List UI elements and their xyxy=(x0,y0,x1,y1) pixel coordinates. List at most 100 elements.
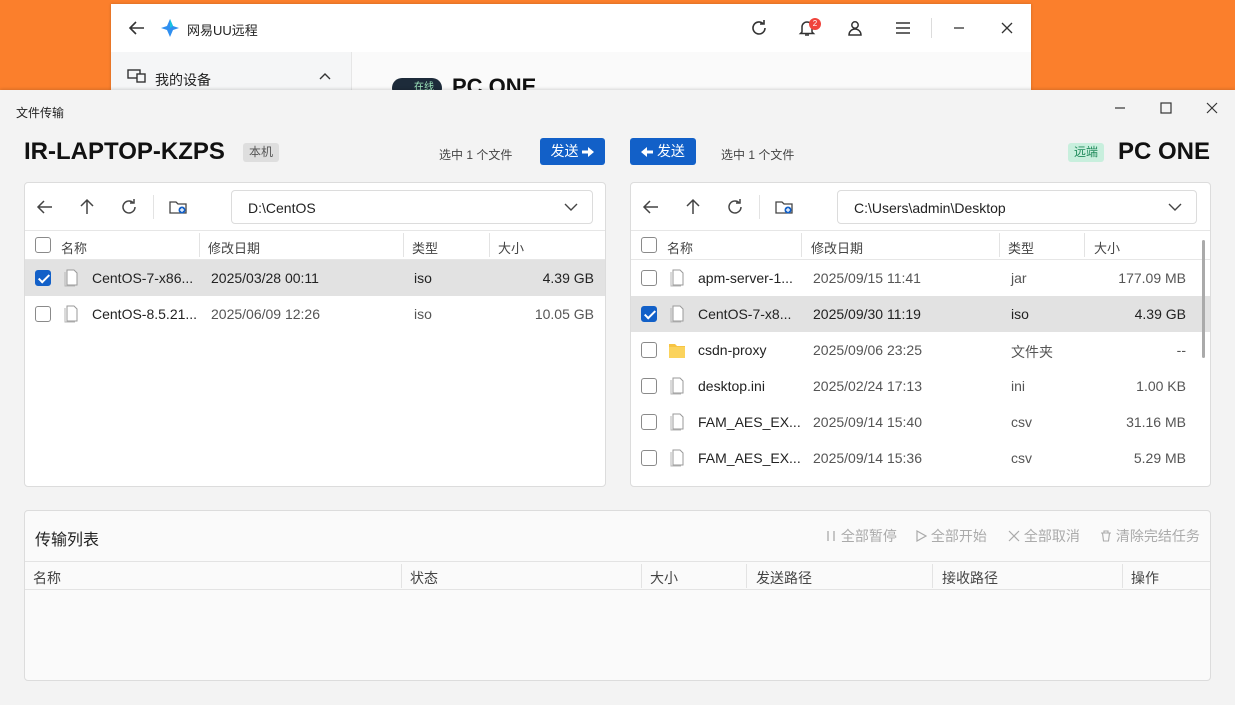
sidebar: 我的设备 xyxy=(111,52,351,90)
send-label: 发送 xyxy=(550,143,579,159)
col-receive-path: 接收路径 xyxy=(942,570,998,586)
send-to-remote-button[interactable]: 发送 xyxy=(540,138,605,165)
row-checkbox[interactable] xyxy=(641,270,657,286)
minimize-icon[interactable] xyxy=(949,18,969,38)
new-folder-icon[interactable] xyxy=(168,197,188,217)
close-icon[interactable] xyxy=(997,18,1017,38)
up-icon[interactable] xyxy=(77,197,97,217)
refresh-icon[interactable] xyxy=(749,18,769,38)
up-icon[interactable] xyxy=(683,197,703,217)
file-size: 4.39 GB xyxy=(542,270,594,286)
send-to-local-button[interactable]: 发送 xyxy=(630,138,696,165)
file-icon xyxy=(670,269,684,287)
col-actions: 操作 xyxy=(1131,570,1159,586)
file-row[interactable]: CentOS-7-x86... 2025/03/28 00:11 iso 4.39 G… xyxy=(25,260,605,296)
col-type[interactable]: 类型 xyxy=(1008,238,1034,257)
menu-icon[interactable] xyxy=(893,18,913,38)
cancel-all-button[interactable]: 全部取消 xyxy=(1008,526,1080,546)
maximize-icon[interactable] xyxy=(1156,98,1176,118)
refresh-icon[interactable] xyxy=(725,197,745,217)
file-row[interactable]: FAM_AES_EX... 2025/09/14 15:36 csv 5.29 MB xyxy=(631,440,1210,476)
back-icon[interactable] xyxy=(35,197,55,217)
file-row[interactable]: csdn-proxy 2025/09/06 23:25 文件夹 -- xyxy=(631,332,1210,368)
col-name[interactable]: 名称 xyxy=(667,238,693,257)
row-checkbox[interactable] xyxy=(35,270,51,286)
column-divider xyxy=(999,233,1000,257)
col-size[interactable]: 大小 xyxy=(498,238,524,257)
devices-icon xyxy=(127,69,146,83)
transfer-list-panel: 传输列表 全部暂停 全部开始 全部取消 清除完结任务 名称 状态 大小 发送路径… xyxy=(24,510,1211,681)
transfer-table-header: 名称 状态 大小 发送路径 接收路径 操作 xyxy=(25,561,1210,590)
row-checkbox[interactable] xyxy=(641,378,657,394)
file-name: CentOS-7-x86... xyxy=(92,270,194,286)
sidebar-item-my-devices[interactable]: 我的设备 xyxy=(155,70,211,90)
status-pill: 在线 xyxy=(392,78,442,90)
local-selection-count: 选中 1 个文件 xyxy=(439,148,513,162)
file-name: CentOS-7-x8... xyxy=(698,306,792,322)
file-modified: 2025/09/06 23:25 xyxy=(813,342,922,358)
toolbar-divider xyxy=(759,195,760,219)
col-modified[interactable]: 修改日期 xyxy=(811,238,863,257)
trash-icon xyxy=(1101,530,1111,542)
remote-selection-count: 选中 1 个文件 xyxy=(721,148,795,162)
local-path-text: D:\CentOS xyxy=(248,200,316,216)
column-divider xyxy=(489,233,490,257)
row-checkbox[interactable] xyxy=(641,414,657,430)
file-size: 31.16 MB xyxy=(1126,414,1186,430)
pause-all-button[interactable]: 全部暂停 xyxy=(825,526,897,546)
user-icon[interactable] xyxy=(845,18,865,38)
column-divider xyxy=(403,233,404,257)
minimize-icon[interactable] xyxy=(1110,98,1130,118)
back-arrow-icon[interactable] xyxy=(127,18,147,38)
back-icon[interactable] xyxy=(641,197,661,217)
file-name: desktop.ini xyxy=(698,378,765,394)
column-divider xyxy=(1122,564,1123,588)
file-type: iso xyxy=(1011,306,1029,322)
row-checkbox[interactable] xyxy=(641,450,657,466)
file-size: 4.39 GB xyxy=(1134,306,1186,322)
col-status: 状态 xyxy=(410,570,438,586)
file-row[interactable]: desktop.ini 2025/02/24 17:13 ini 1.00 KB xyxy=(631,368,1210,404)
start-all-label: 全部开始 xyxy=(930,528,987,544)
file-modified: 2025/09/14 15:36 xyxy=(813,450,922,466)
column-divider xyxy=(801,233,802,257)
remote-file-panel: C:\Users\admin\Desktop 名称 修改日期 类型 大小 apm… xyxy=(630,182,1211,487)
file-name: FAM_AES_EX... xyxy=(698,414,801,430)
clear-completed-button[interactable]: 清除完结任务 xyxy=(1100,526,1200,546)
pause-all-label: 全部暂停 xyxy=(840,528,897,544)
arrow-left-icon xyxy=(641,147,654,157)
row-checkbox[interactable] xyxy=(641,342,657,358)
file-row[interactable]: CentOS-8.5.21... 2025/06/09 12:26 iso 10.05… xyxy=(25,296,605,332)
file-row[interactable]: FAM_AES_EX... 2025/09/14 15:40 csv 31.16 MB xyxy=(631,404,1210,440)
file-modified: 2025/02/24 17:13 xyxy=(813,378,922,394)
close-icon[interactable] xyxy=(1202,98,1222,118)
file-size: 5.29 MB xyxy=(1133,450,1186,466)
transfer-list-title: 传输列表 xyxy=(35,532,100,549)
refresh-icon[interactable] xyxy=(119,197,139,217)
col-type[interactable]: 类型 xyxy=(412,238,438,257)
column-divider xyxy=(641,564,642,588)
app-title: 网易UU远程 xyxy=(187,23,258,38)
file-name: CentOS-8.5.21... xyxy=(92,306,198,322)
local-toolbar: D:\CentOS xyxy=(25,183,605,231)
col-modified[interactable]: 修改日期 xyxy=(208,238,260,257)
new-folder-icon[interactable] xyxy=(774,197,794,217)
file-row[interactable]: apm-server-1... 2025/09/15 11:41 jar 177.09… xyxy=(631,260,1210,296)
remote-scrollbar[interactable] xyxy=(1202,240,1205,358)
toolbar-divider xyxy=(931,18,932,38)
local-path-selector[interactable]: D:\CentOS xyxy=(231,190,593,224)
start-all-button[interactable]: 全部开始 xyxy=(915,526,987,546)
col-name[interactable]: 名称 xyxy=(61,238,87,257)
arrow-right-icon xyxy=(582,147,595,157)
file-icon xyxy=(670,305,684,323)
col-size[interactable]: 大小 xyxy=(1094,238,1120,257)
file-size: -- xyxy=(1176,342,1186,358)
select-all-checkbox[interactable] xyxy=(35,237,51,253)
select-all-checkbox[interactable] xyxy=(641,237,657,253)
clear-completed-label: 清除完结任务 xyxy=(1115,528,1200,544)
chevron-up-icon[interactable] xyxy=(319,72,331,80)
remote-path-selector[interactable]: C:\Users\admin\Desktop xyxy=(837,190,1197,224)
row-checkbox[interactable] xyxy=(35,306,51,322)
file-row[interactable]: CentOS-7-x8... 2025/09/30 11:19 iso 4.39 GB xyxy=(631,296,1210,332)
row-checkbox[interactable] xyxy=(641,306,657,322)
